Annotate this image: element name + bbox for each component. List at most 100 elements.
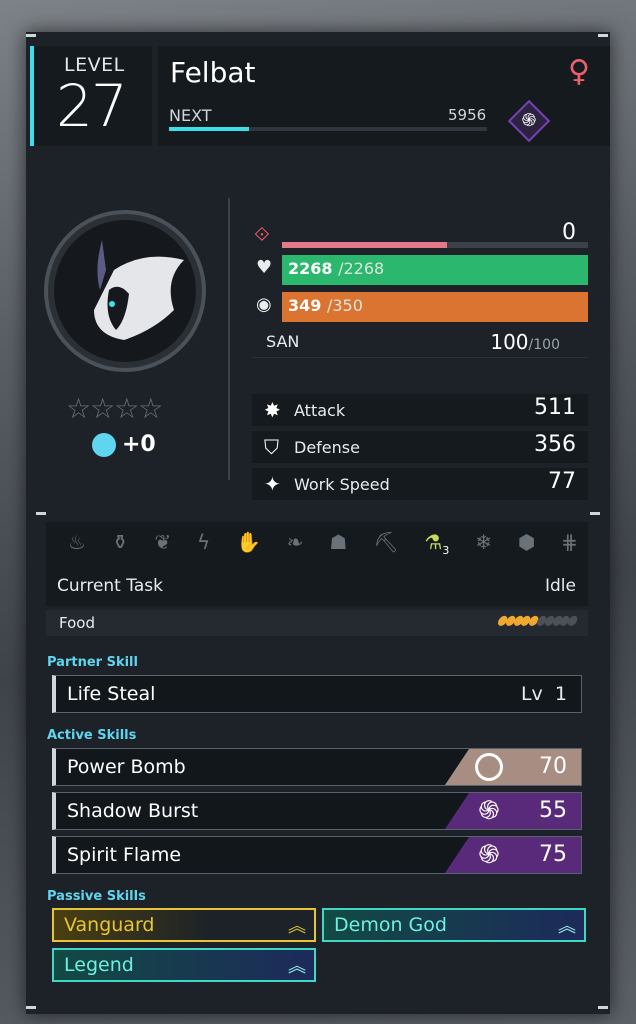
shield-row: ⟐ 0 xyxy=(252,220,588,254)
passive-skill-name: Legend xyxy=(64,954,134,976)
dark-element-tag: ֍ 55 xyxy=(445,793,581,829)
vertical-divider xyxy=(228,198,230,480)
lumbering-icon[interactable]: ☗ xyxy=(329,530,347,557)
planting-icon[interactable]: ❦ xyxy=(154,530,171,557)
san-value: 100/100 xyxy=(490,330,560,354)
dark-element-icon: ֍ xyxy=(478,840,500,870)
work-suitability-box: ♨ ⚱ ❦ ϟ ✋ ❧ ☗ ⛏ ⚗3 ❄ ⬢ ⋕ Current Task Id… xyxy=(46,522,588,606)
active-skill-row[interactable]: Power Bomb 70 xyxy=(52,748,582,786)
level-number: 27 xyxy=(56,72,128,140)
corner-mark xyxy=(26,34,36,37)
shield-bar xyxy=(282,242,588,248)
next-label: NEXT xyxy=(169,106,212,125)
passive-skill-legend[interactable]: Legend ︽ xyxy=(52,948,316,982)
hunger-bar: 349 /350 xyxy=(282,292,588,322)
dark-element-icon: ֍ xyxy=(478,796,500,826)
female-icon: ♀ xyxy=(568,54,590,89)
chevrons-up-plus-icon: ︽ xyxy=(288,956,306,977)
hunger-row: ◉ 349 /350 xyxy=(252,292,588,324)
corner-mark xyxy=(598,34,608,37)
portrait-frame xyxy=(54,220,196,362)
defense-icon: ⛉ xyxy=(264,435,279,459)
rank-stars: ☆☆☆☆ xyxy=(66,392,163,425)
workspeed-value: 77 xyxy=(548,469,576,494)
partner-skill-name: Life Steal xyxy=(67,683,156,705)
skill-power: 75 xyxy=(539,842,567,867)
chevrons-up-icon: ︽ xyxy=(288,916,306,937)
corner-mark xyxy=(26,1006,36,1009)
attack-row: ✸ Attack 511 xyxy=(252,394,588,426)
food-icon: ◉ xyxy=(256,294,272,315)
hunger-max: /350 xyxy=(326,296,363,315)
chevrons-up-plus-icon: ︽ xyxy=(558,916,576,937)
neutral-element-tag: 70 xyxy=(445,749,581,785)
corner-mark xyxy=(36,512,46,515)
partner-skill-row[interactable]: Life Steal Lv 1 xyxy=(52,675,582,713)
active-skill-name: Spirit Flame xyxy=(67,844,182,866)
felbat-image xyxy=(94,240,184,340)
dark-element-icon: ֍ xyxy=(507,99,551,143)
passive-skill-name: Demon God xyxy=(334,914,447,936)
pal-soul-icon xyxy=(92,433,116,457)
food-label: Food xyxy=(59,614,95,632)
pal-portrait xyxy=(44,210,206,372)
shield-value: 0 xyxy=(562,220,576,245)
defense-label: Defense xyxy=(294,438,360,457)
workspeed-icon: ✦ xyxy=(264,472,281,496)
food-box: Food ⬮⬮⬮⬮⬮⬮⬮⬮⬮⬮ xyxy=(46,610,588,636)
shield-icon: ⟐ xyxy=(254,222,270,246)
exp-bar-fill xyxy=(169,127,249,131)
workspeed-row: ✦ Work Speed 77 xyxy=(252,468,588,500)
name-box: Felbat ♀ NEXT 5956 ֍ xyxy=(158,46,610,146)
hunger-current: 349 xyxy=(288,296,322,315)
active-skill-row[interactable]: Shadow Burst ֍ 55 xyxy=(52,792,582,830)
current-task-value: Idle xyxy=(545,576,576,596)
corner-mark xyxy=(598,1006,608,1009)
active-skill-row[interactable]: Spirit Flame ֍ 75 xyxy=(52,836,582,874)
san-label: SAN xyxy=(266,332,300,351)
current-task-label: Current Task xyxy=(57,576,163,596)
condense-indicator: +0 xyxy=(92,432,156,457)
active-skills-heading: Active Skills xyxy=(47,728,137,743)
pal-name[interactable]: Felbat xyxy=(170,56,256,89)
defense-value: 356 xyxy=(534,432,576,457)
condense-value: +0 xyxy=(122,432,156,457)
corner-mark xyxy=(590,512,600,515)
mining-icon[interactable]: ⛏ xyxy=(373,530,398,557)
partner-skill-level: Lv 1 xyxy=(520,683,567,705)
shield-bar-fill xyxy=(282,242,448,248)
hp-current: 2268 xyxy=(288,259,333,278)
passive-skill-demon-god[interactable]: Demon God ︽ xyxy=(322,908,586,942)
passive-skill-vanguard[interactable]: Vanguard ︽ xyxy=(52,908,316,942)
neutral-element-icon xyxy=(475,753,503,781)
gathering-icon[interactable]: ❧ xyxy=(287,530,304,557)
dark-element-tag: ֍ 75 xyxy=(445,837,581,873)
kindling-icon[interactable]: ♨ xyxy=(68,530,86,557)
heart-icon: ♥ xyxy=(256,257,273,278)
attack-icon: ✸ xyxy=(264,398,281,422)
electricity-icon[interactable]: ϟ xyxy=(197,530,210,557)
active-skill-name: Power Bomb xyxy=(67,756,186,778)
passive-skill-name: Vanguard xyxy=(64,914,155,936)
exp-bar xyxy=(169,127,487,131)
attack-value: 511 xyxy=(534,395,576,420)
medicine-icon[interactable]: ⚗3 xyxy=(424,530,449,557)
hp-row: ♥ 2268 /2268 xyxy=(252,255,588,287)
watering-icon[interactable]: ⚱ xyxy=(112,530,129,557)
hp-bar: 2268 /2268 xyxy=(282,255,588,285)
level-box: LEVEL 27 xyxy=(30,46,152,146)
transporting-icon[interactable]: ⬢ xyxy=(518,530,535,557)
hp-max: /2268 xyxy=(338,259,385,278)
handiwork-icon[interactable]: ✋ xyxy=(236,530,261,557)
attack-label: Attack xyxy=(294,401,346,420)
defense-row: ⛉ Defense 356 xyxy=(252,431,588,463)
partner-skill-heading: Partner Skill xyxy=(47,655,138,670)
skill-power: 55 xyxy=(539,798,567,823)
workspeed-label: Work Speed xyxy=(294,475,390,494)
active-skill-name: Shadow Burst xyxy=(67,800,199,822)
cooling-icon[interactable]: ❄ xyxy=(475,530,492,557)
skill-power: 70 xyxy=(539,754,567,779)
work-icons-row: ♨ ⚱ ❦ ϟ ✋ ❧ ☗ ⛏ ⚗3 ❄ ⬢ ⋕ xyxy=(68,530,578,557)
san-row: SAN 100/100 xyxy=(252,326,588,358)
farming-icon[interactable]: ⋕ xyxy=(561,530,578,557)
